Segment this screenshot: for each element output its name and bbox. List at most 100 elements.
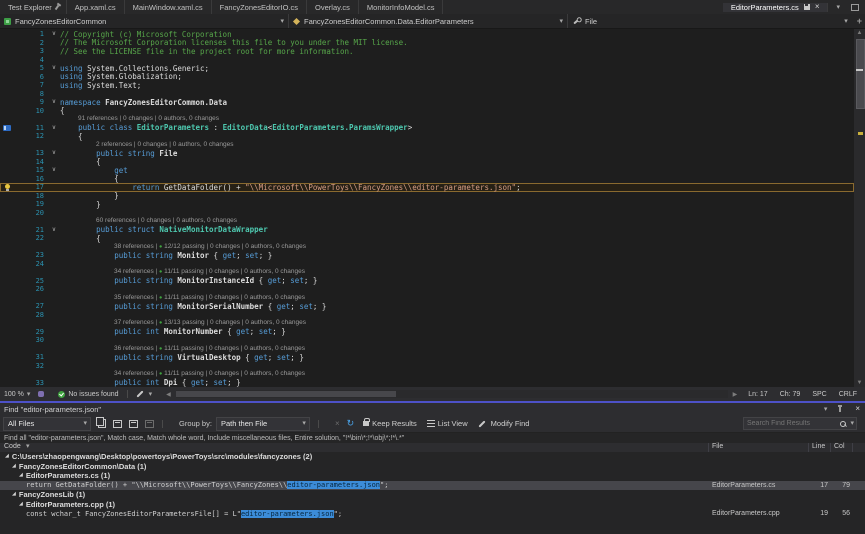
- code-text[interactable]: public string MonitorSerialNumber { get;…: [60, 303, 854, 311]
- window-options-icon[interactable]: [851, 4, 859, 11]
- spaces-indicator[interactable]: SPC: [812, 391, 826, 398]
- code-line[interactable]: 12 {: [0, 132, 854, 141]
- zoom-level[interactable]: 100 %: [4, 391, 24, 398]
- find-group-row[interactable]: ◢EditorParameters.cpp (1): [0, 500, 865, 510]
- code-text[interactable]: using System.Collections.Generic;: [60, 65, 854, 73]
- codelens-text[interactable]: 35 references | ● 11/11 passing | 0 chan…: [60, 295, 854, 302]
- code-text[interactable]: return GetDataFolder() + "\\Microsoft\\P…: [60, 184, 854, 192]
- codelens-changes[interactable]: 0 changes | 0 authors, 0 changes: [210, 319, 306, 326]
- codelens-references[interactable]: 36 references |: [114, 345, 159, 352]
- codelens-tests[interactable]: 11/11 passing |: [162, 370, 209, 377]
- clear-results-icon[interactable]: ×: [335, 419, 340, 428]
- tab-fancyzoneseditorio-cs[interactable]: FancyZonesEditorIO.cs: [212, 0, 307, 14]
- file-column-header[interactable]: File: [712, 443, 723, 450]
- code-line[interactable]: 17 return GetDataFolder() + "\\Microsoft…: [0, 183, 854, 192]
- horizontal-scrollbar-thumb[interactable]: [176, 391, 397, 397]
- codelens-references[interactable]: 34 references |: [114, 370, 159, 377]
- horizontal-scrollbar[interactable]: [176, 390, 728, 398]
- list-view-icon[interactable]: [427, 420, 435, 427]
- codelens-changes[interactable]: 0 changes | 0 authors, 0 changes: [209, 370, 305, 377]
- find-group-row[interactable]: ◢FancyZonesLib (1): [0, 490, 865, 500]
- tree-expanded-icon[interactable]: ◢: [12, 492, 16, 497]
- codelens-text[interactable]: 91 references | 0 changes | 0 authors, 0…: [60, 116, 854, 123]
- codelens-text[interactable]: 36 references | ● 11/11 passing | 0 chan…: [60, 346, 854, 353]
- editor-vertical-scrollbar[interactable]: ▲ ▼: [854, 29, 865, 387]
- code-line[interactable]: 20: [0, 209, 854, 218]
- codelens-changes[interactable]: 0 changes | 0 authors, 0 changes: [123, 115, 219, 122]
- code-line[interactable]: 9∨namespace FancyZonesEditorCommon.Data: [0, 98, 854, 107]
- fold-open-icon[interactable]: ∨: [48, 227, 60, 233]
- code-line[interactable]: 29 public int MonitorNumber { get; set; …: [0, 328, 854, 337]
- code-line[interactable]: 25 public string MonitorInstanceId { get…: [0, 277, 854, 286]
- codelens-changes[interactable]: 0 changes | 0 authors, 0 changes: [209, 268, 305, 275]
- panel-chevron-icon[interactable]: ▾: [824, 406, 828, 413]
- project-dropdown[interactable]: FancyZonesEditorCommon ▾: [0, 14, 289, 28]
- code-text[interactable]: using System.Globalization;: [60, 73, 854, 81]
- line-marker-icon[interactable]: [3, 125, 11, 131]
- code-line[interactable]: 23 public string Monitor { get; set; }: [0, 251, 854, 260]
- codelens-references[interactable]: 91 references |: [78, 115, 123, 122]
- code-line[interactable]: 22 {: [0, 234, 854, 243]
- code-line[interactable]: 10{: [0, 107, 854, 116]
- scroll-left-icon[interactable]: ◀: [166, 391, 171, 398]
- code-text[interactable]: // See the LICENSE file in the project r…: [60, 48, 854, 56]
- code-text[interactable]: public int Dpi { get; set; }: [60, 379, 854, 387]
- code-text[interactable]: }: [60, 201, 854, 209]
- code-text[interactable]: {: [60, 158, 854, 166]
- col-column-header[interactable]: Col: [834, 443, 845, 450]
- keep-results-button[interactable]: Keep Results: [372, 419, 417, 428]
- codelens-text[interactable]: 34 references | ● 11/11 passing | 0 chan…: [60, 371, 854, 378]
- codelens-changes[interactable]: 0 changes | 0 authors, 0 changes: [210, 243, 306, 250]
- edit-mode-chevron-icon[interactable]: ▾: [149, 391, 153, 398]
- tab-editorparameters-cs[interactable]: EditorParameters.cs ×: [723, 3, 829, 12]
- collapse-all-icon[interactable]: [129, 420, 138, 428]
- scrollbar-thumb[interactable]: [856, 39, 865, 109]
- codelens-tests[interactable]: 11/11 passing |: [162, 268, 209, 275]
- find-result-row[interactable]: const wchar_t FancyZonesEditorParameters…: [0, 509, 865, 519]
- tab-list-chevron-icon[interactable]: ▾: [836, 4, 840, 11]
- code-line[interactable]: 26: [0, 285, 854, 294]
- code-line[interactable]: 18 }: [0, 192, 854, 201]
- scope-dropdown[interactable]: All Files ▾: [3, 417, 91, 431]
- repeat-find-icon[interactable]: ↻: [347, 419, 355, 428]
- codelens-tests[interactable]: 11/11 passing |: [162, 345, 209, 352]
- codelens-tests[interactable]: 12/12 passing |: [162, 243, 210, 250]
- health-indicator-icon[interactable]: [38, 391, 44, 397]
- keep-results-lock-icon[interactable]: [363, 421, 369, 426]
- codelens-changes[interactable]: 0 changes | 0 authors, 0 changes: [141, 217, 237, 224]
- codelens-references[interactable]: 35 references |: [114, 294, 159, 301]
- search-find-results-input[interactable]: [744, 420, 840, 427]
- member-dropdown[interactable]: File ▾: [568, 14, 852, 28]
- code-line[interactable]: 30: [0, 336, 854, 345]
- code-line[interactable]: 7using System.Text;: [0, 81, 854, 90]
- code-text[interactable]: }: [60, 192, 854, 200]
- lightbulb-icon[interactable]: [5, 184, 10, 189]
- codelens-tests[interactable]: 11/11 passing |: [162, 294, 209, 301]
- line-column-header[interactable]: Line: [812, 443, 825, 450]
- find-group-row[interactable]: ◢FancyZonesEditorCommon\Data (1): [0, 462, 865, 472]
- code-text[interactable]: // The Microsoft Corporation licenses th…: [60, 39, 854, 47]
- code-text[interactable]: namespace FancyZonesEditorCommon.Data: [60, 99, 854, 107]
- find-group-row[interactable]: ◢C:\Users\zhaopengwang\Desktop\powertoys…: [0, 452, 865, 462]
- code-column-chevron-icon[interactable]: ▾: [26, 443, 30, 450]
- code-text[interactable]: using System.Text;: [60, 82, 854, 90]
- panel-pin-icon[interactable]: [839, 407, 841, 412]
- codelens-text[interactable]: 38 references | ● 12/12 passing | 0 chan…: [60, 244, 854, 251]
- type-dropdown[interactable]: FancyZonesEditorCommon.Data.EditorParame…: [289, 14, 568, 28]
- code-text[interactable]: public string MonitorInstanceId { get; s…: [60, 277, 854, 285]
- code-line[interactable]: 21∨ public struct NativeMonitorDataWrapp…: [0, 226, 854, 235]
- modify-find-pencil-icon[interactable]: [478, 420, 485, 427]
- code-text[interactable]: public int MonitorNumber { get; set; }: [60, 328, 854, 336]
- tab-mainwindow-xaml-cs[interactable]: MainWindow.xaml.cs: [125, 0, 212, 14]
- scroll-up-icon[interactable]: ▲: [854, 30, 865, 36]
- tab-overlay-cs[interactable]: Overlay.cs: [307, 0, 359, 14]
- tree-expanded-icon[interactable]: ◢: [19, 473, 23, 478]
- char-indicator[interactable]: Ch: 79: [780, 391, 801, 398]
- find-result-row[interactable]: return GetDataFolder() + "\\Microsoft\\P…: [0, 481, 865, 491]
- code-text[interactable]: public string Monitor { get; set; }: [60, 252, 854, 260]
- line-indicator[interactable]: Ln: 17: [748, 391, 767, 398]
- code-line[interactable]: 31 public string VirtualDesktop { get; s…: [0, 353, 854, 362]
- close-icon[interactable]: ×: [815, 3, 820, 11]
- code-text[interactable]: public struct NativeMonitorDataWrapper: [60, 226, 854, 234]
- code-text[interactable]: public string File: [60, 150, 854, 158]
